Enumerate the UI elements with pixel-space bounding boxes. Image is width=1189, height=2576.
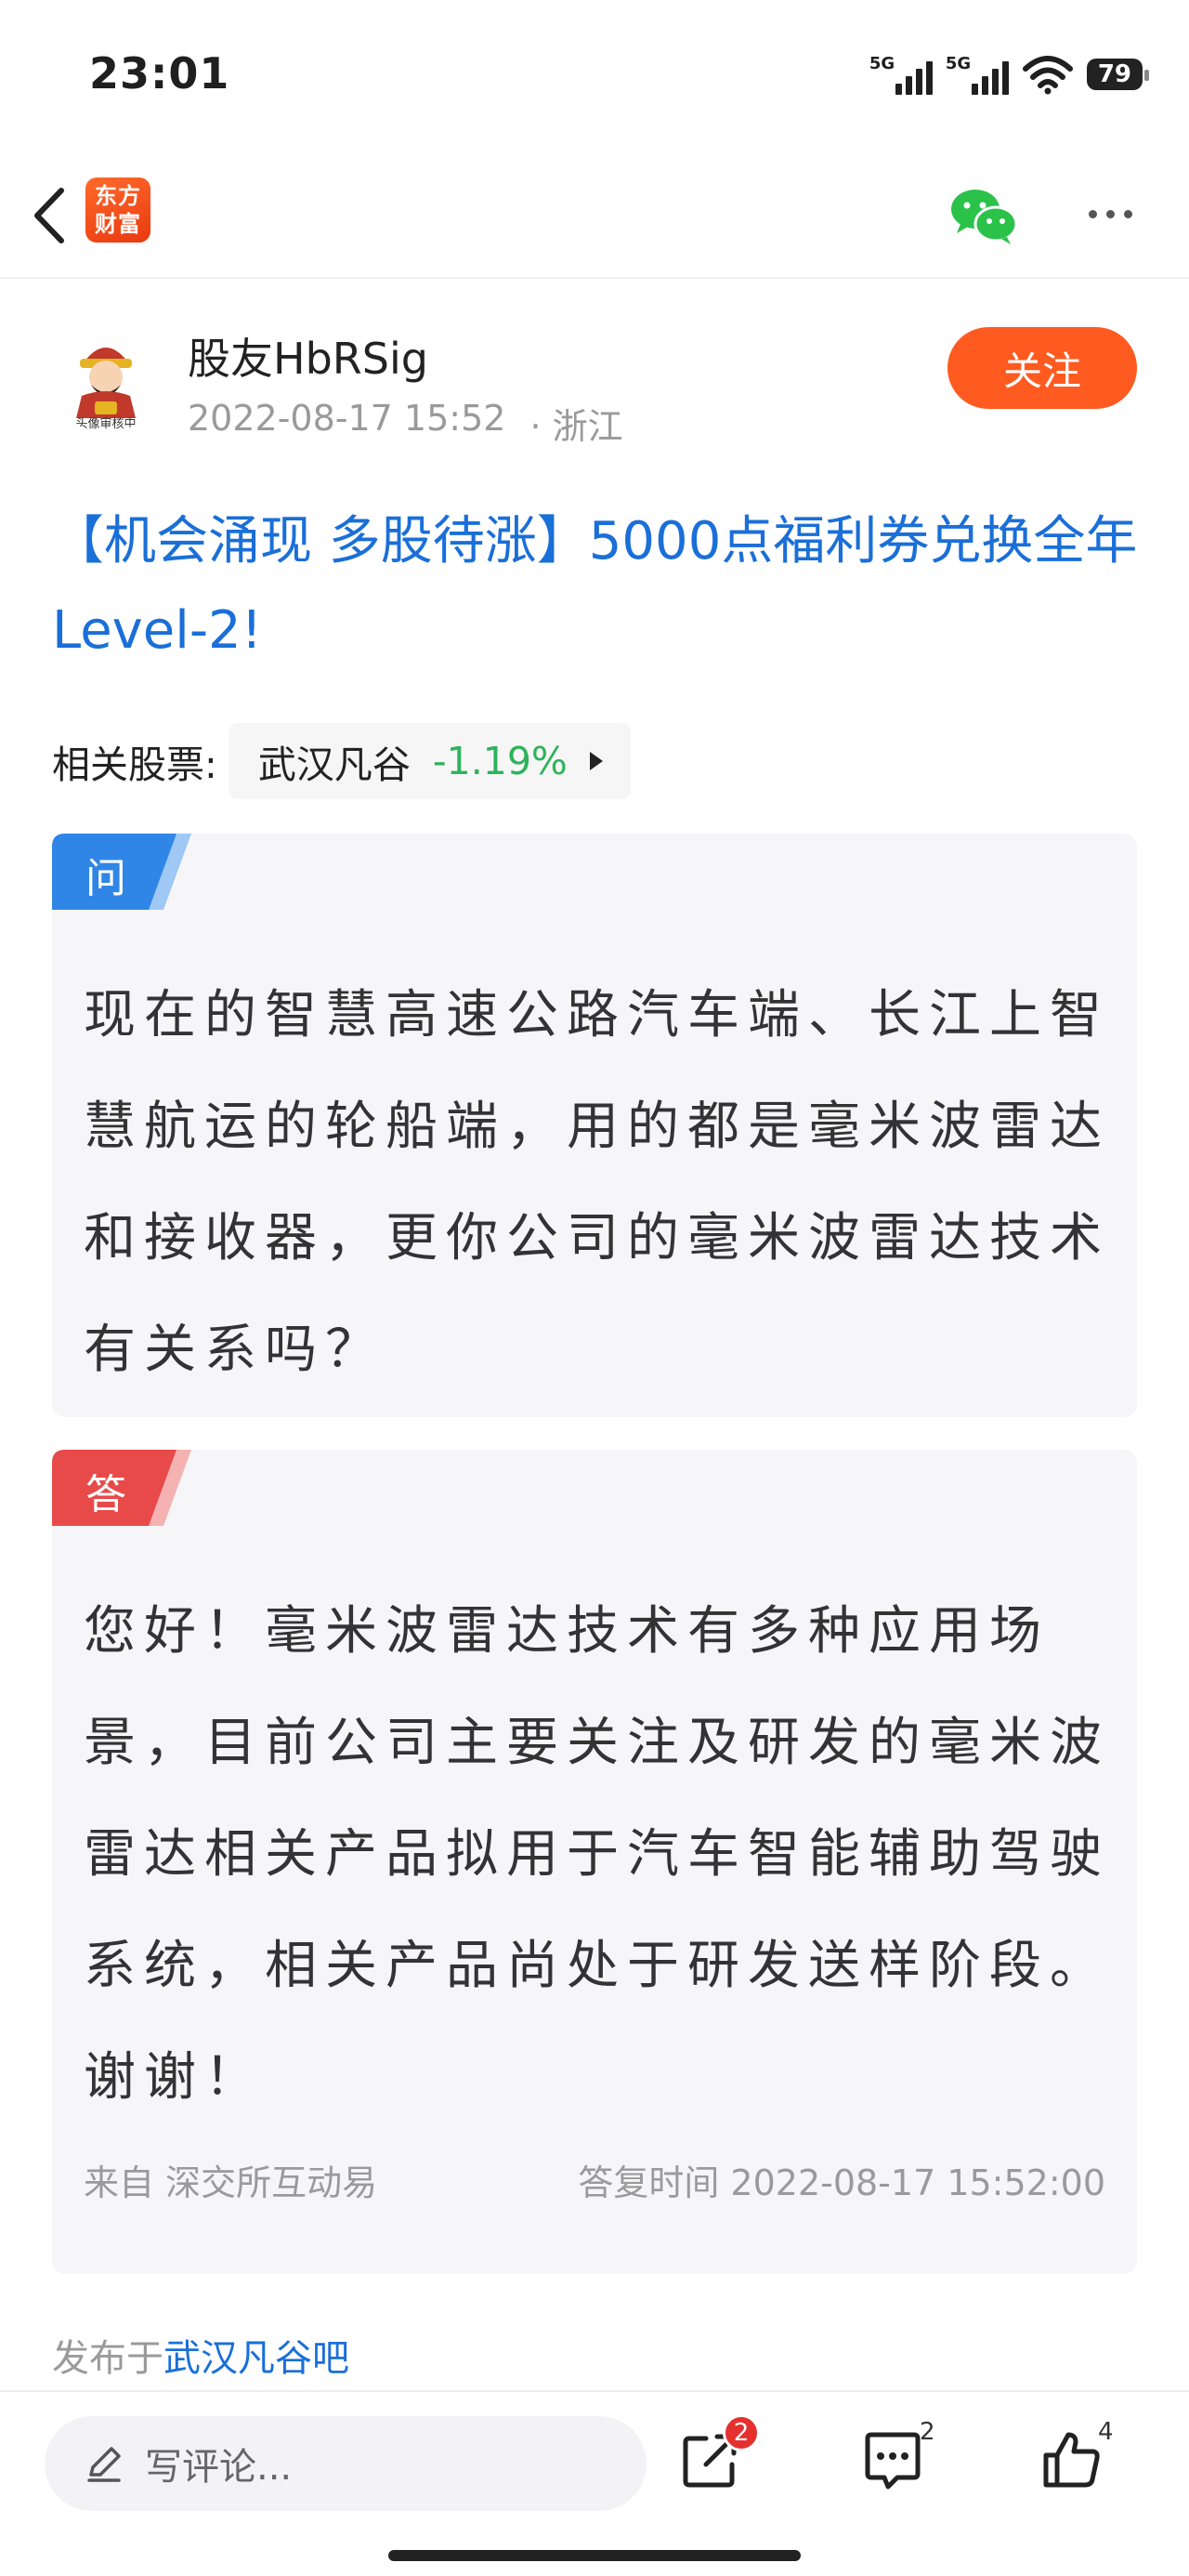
thumbs-up-icon [1043,2432,1100,2488]
like-button[interactable]: 4 [1039,2418,1114,2502]
post-date: 2022-08-17 15:52 [188,398,506,439]
home-indicator[interactable] [388,2550,801,2561]
answer-card: 答 您好！毫米波雷达技术有多种应用场景，目前公司主要关注及研发的毫米波雷达相关产… [52,1450,1137,2274]
answer-reply-time: 答复时间 2022-08-17 15:52:00 [578,2162,1105,2203]
comment-button[interactable]: 2 [860,2418,935,2502]
related-stocks: 相关股票: 武汉凡谷 -1.19% [52,723,631,799]
wifi-icon [1022,56,1073,95]
avatar[interactable]: 头像审核中 [52,325,160,433]
stock-name: 武汉凡谷 [257,743,411,787]
stock-chip[interactable]: 武汉凡谷 -1.19% [228,723,631,799]
battery-icon: 79 [1086,59,1150,90]
network-type-label: 5G [869,54,895,73]
question-card: 问 现在的智慧高速公路汽车端、长江上智慧航运的轮船端，用的都是毫米波雷达和接收器… [52,834,1137,1417]
cellular-signal-icon-2: 5G [946,54,1009,95]
author-name[interactable]: 股友HbRSig [188,325,428,387]
logo-line-1: 东方 [95,183,141,209]
status-bar: 23:01 5G 5G 79 [0,0,1189,153]
answer-footer: 来自 深交所互动易 答复时间 2022-08-17 15:52:00 [84,2154,1105,2205]
post-location: · 浙江 [529,406,623,447]
question-tag: 问 [52,834,191,910]
comment-placeholder: 写评论... [145,2446,293,2489]
answer-text: 您好！毫米波雷达技术有多种应用场景，目前公司主要关注及研发的毫米波雷达相关产品拟… [84,1601,1110,2108]
status-time: 23:01 [89,48,230,99]
more-options-icon[interactable] [1078,181,1143,246]
cellular-signal-icon: 5G [869,54,933,95]
play-arrow-icon [589,752,603,770]
follow-button[interactable]: 关注 [947,327,1137,409]
comment-icon [865,2432,921,2490]
answer-source: 来自 深交所互动易 [84,2162,378,2203]
related-stocks-label: 相关股票: [52,743,217,787]
network-type-label-2: 5G [945,54,972,73]
published-in: 发布于武汉凡谷吧 [52,2328,349,2382]
bottom-action-bar: 写评论... 2 2 4 [0,2390,1189,2576]
published-prefix: 发布于 [52,2337,163,2380]
share-badge: 2 [723,2414,760,2451]
share-button[interactable]: 2 [678,2414,760,2502]
author-header: 头像审核中 股友HbRSig 2022-08-17 15:52 · 浙江 关注 [0,316,1189,455]
nav-bar: 东方 财富 [0,153,1189,279]
avatar-image: 头像审核中 [52,325,160,433]
like-count: 4 [1098,2418,1114,2446]
comment-input[interactable]: 写评论... [45,2416,647,2511]
answer-tag-label: 答 [85,1471,126,1518]
stock-bar-link[interactable]: 武汉凡谷吧 [163,2337,349,2380]
avatar-caption: 头像审核中 [75,416,136,430]
question-text: 现在的智慧高速公路汽车端、长江上智慧航运的轮船端，用的都是毫米波雷达和接收器，更… [84,985,1110,1380]
pencil-icon [87,2447,121,2482]
question-tag-label: 问 [85,855,126,902]
status-icons: 5G 5G 79 [869,54,1150,95]
wechat-share-icon[interactable] [947,179,1020,252]
comment-count: 2 [920,2418,935,2446]
post-meta: 2022-08-17 15:52 · 浙江 [188,398,623,449]
post-title[interactable]: 【机会涌现 多股待涨】5000点福利券兑换全年Level-2! [52,497,1148,676]
logo-line-2: 财富 [95,211,141,237]
answer-tag: 答 [52,1450,191,1526]
stock-change: -1.19% [432,739,568,783]
app-logo[interactable]: 东方 财富 [85,177,150,243]
back-icon[interactable] [22,181,78,250]
